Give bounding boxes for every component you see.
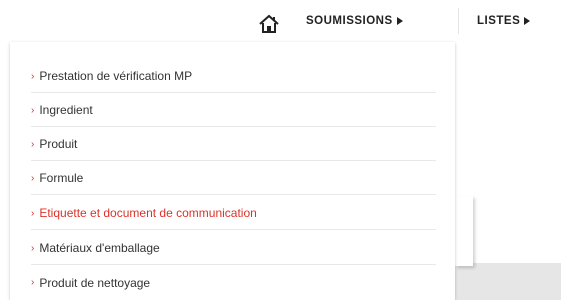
chevron-right-icon: ›: [31, 138, 35, 150]
nav-soumissions[interactable]: SOUMISSIONS: [306, 0, 403, 42]
menu-item-produit-nettoyage[interactable]: › Produit de nettoyage: [31, 266, 436, 299]
menu-item-label: Matériaux d'emballage: [39, 241, 160, 255]
menu-item-etiquette-document-communication[interactable]: › Etiquette et document de communication: [31, 197, 436, 230]
menu-item-label: Produit: [39, 137, 78, 151]
submissions-dropdown-menu: › Prestation de vérification MP › Ingred…: [10, 42, 455, 300]
chevron-right-icon: ›: [31, 242, 35, 254]
top-navigation-bar: SOUMISSIONS LISTES: [0, 0, 561, 42]
home-button[interactable]: [258, 14, 280, 34]
chevron-right-icon: ›: [31, 70, 35, 82]
menu-item-label: Prestation de vérification MP: [39, 69, 193, 83]
menu-item-ingredient[interactable]: › Ingredient: [31, 94, 436, 127]
page: SOUMISSIONS LISTES › Prestation de vérif…: [0, 0, 561, 300]
menu-item-label: Produit de nettoyage: [39, 275, 151, 290]
chevron-right-icon: ›: [31, 104, 35, 116]
nav-listes-label: LISTES: [477, 15, 521, 27]
nav-listes[interactable]: LISTES: [477, 0, 531, 42]
menu-item-label: Formule: [39, 171, 84, 185]
menu-item-label: Etiquette et document de communication: [39, 206, 257, 220]
chevron-right-icon: ›: [31, 172, 35, 184]
chevron-right-icon: ›: [31, 277, 35, 288]
menu-item-produit[interactable]: › Produit: [31, 128, 436, 161]
caret-right-icon: [396, 17, 403, 25]
chevron-right-icon: ›: [31, 207, 35, 219]
nav-divider: [458, 8, 459, 34]
background-panel: [447, 263, 561, 300]
menu-item-label: Ingredient: [39, 103, 93, 117]
home-icon: [259, 14, 279, 33]
nav-soumissions-label: SOUMISSIONS: [306, 15, 393, 27]
menu-item-formule[interactable]: › Formule: [31, 162, 436, 195]
menu-item-prestation-verification-mp[interactable]: › Prestation de vérification MP: [31, 60, 436, 93]
caret-right-icon: [524, 17, 531, 25]
content-card-edge: [455, 196, 473, 266]
menu-item-materiaux-emballage[interactable]: › Matériaux d'emballage: [31, 232, 436, 265]
